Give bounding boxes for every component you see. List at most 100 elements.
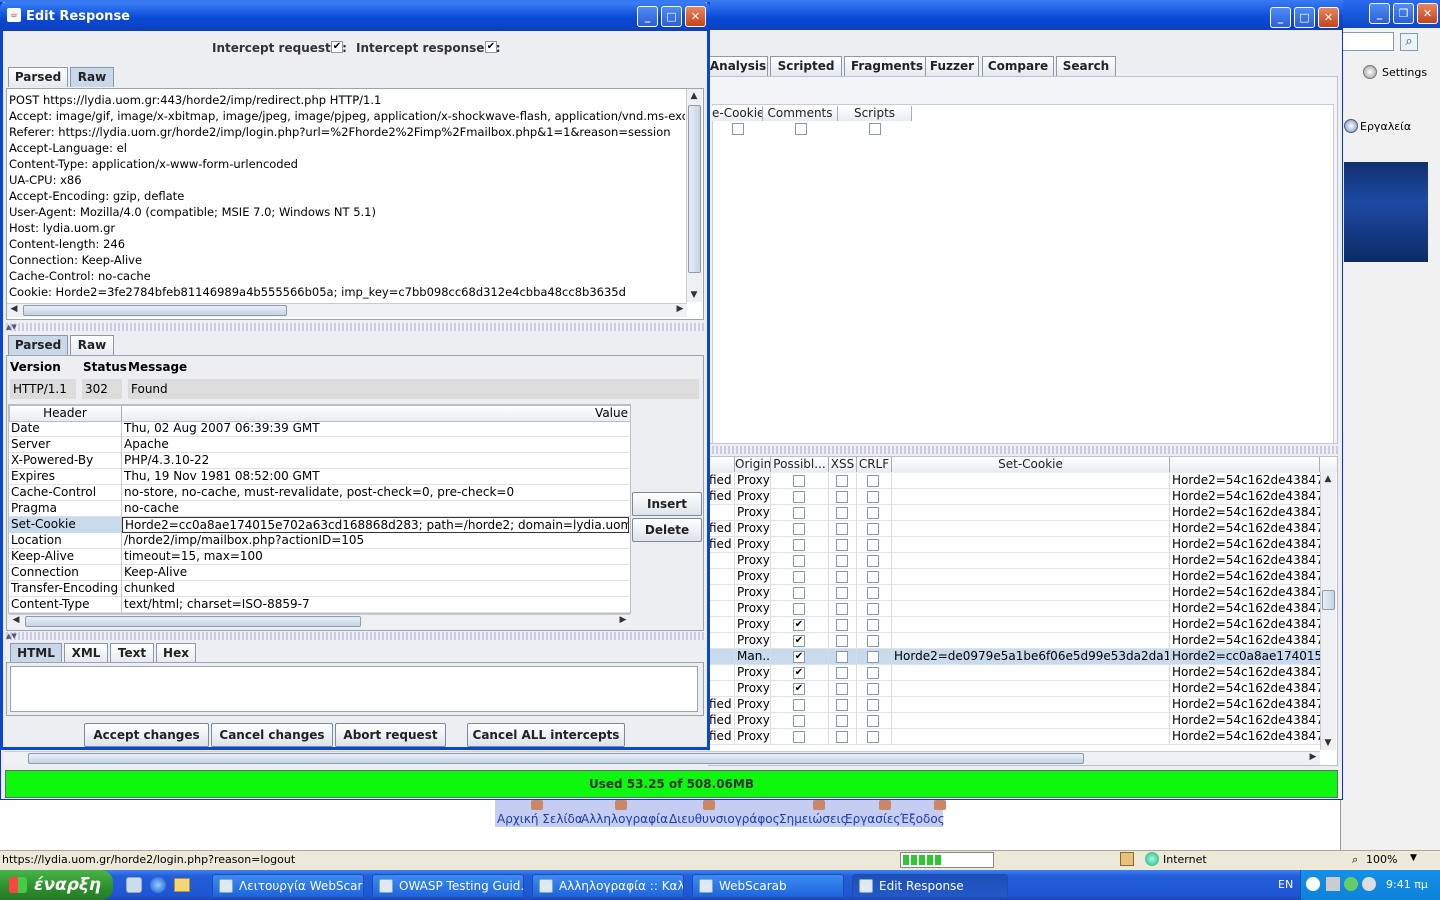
header-row[interactable]: Date Thu, 02 Aug 2007 06:39:39 GMT [9,421,630,437]
request-tab-parsed[interactable]: Parsed [8,67,68,87]
table-row[interactable]: Proxy ✔ Horde2=54c162de43847f1 [709,633,1321,649]
table-row[interactable]: Proxy Horde2=54c162de43847f1 [709,569,1321,585]
response-tab-raw[interactable]: Raw [70,335,114,355]
zoom-level[interactable]: 100% [1366,853,1397,866]
browser-close-button[interactable]: ✕ [1417,3,1438,24]
ie-quicklaunch-icon[interactable] [150,877,166,893]
main-tab-compare[interactable]: Compare [982,56,1054,76]
header-value-cell[interactable]: no-store, no-cache, must-revalidate, pos… [122,485,518,501]
top-checkbox[interactable] [794,123,807,135]
header-name-cell[interactable]: Expires [9,469,122,485]
body-tab-xml[interactable]: XML [64,643,108,663]
xss-checkbox[interactable] [836,539,848,551]
header-name-cell[interactable]: Keep-Alive [9,549,122,565]
possible-checkbox[interactable] [793,731,805,743]
crlf-checkbox[interactable] [867,571,879,583]
conv-col-0[interactable] [709,457,735,472]
xss-checkbox[interactable] [836,571,848,583]
body-editor[interactable] [10,666,698,712]
possible-checkbox[interactable] [793,523,805,535]
xss-checkbox[interactable] [836,491,848,503]
xss-checkbox[interactable] [836,619,848,631]
conv-col-1[interactable]: Origin [735,457,771,472]
conv-col-4[interactable]: CRLF [857,457,892,472]
browser-restore-button[interactable]: ❐ [1393,3,1414,24]
main-tab-analysis[interactable]: Analysis [708,56,768,76]
request-tab-raw[interactable]: Raw [70,67,114,87]
possible-checkbox[interactable]: ✔ [793,683,805,695]
table-row[interactable]: Proxy ✔ Horde2=54c162de43847f1 [709,665,1321,681]
conversation-vscroll[interactable]: ▲ ▼ [1320,472,1336,750]
possible-checkbox[interactable] [793,715,805,727]
header-name-cell[interactable]: Transfer-Encoding [9,581,122,597]
xss-checkbox[interactable] [836,507,848,519]
settings-menu[interactable]: Settings [1382,66,1427,79]
browser-minimize-button[interactable]: _ [1369,3,1390,24]
table-row[interactable]: fied Proxy Horde2=54c162de43847f1 [709,537,1321,553]
header-name-cell[interactable]: Pragma [9,501,122,517]
table-row[interactable]: fied Proxy Horde2=54c162de43847f1 [709,697,1321,713]
conv-col-2[interactable]: Possibl... [771,457,829,472]
webscarab-maximize-button[interactable]: □ [1294,7,1315,28]
main-tab-fragments[interactable]: Fragments [844,56,930,76]
webscarab-minimize-button[interactable]: _ [1270,7,1291,28]
xss-checkbox[interactable] [836,699,848,711]
xss-checkbox[interactable] [836,475,848,487]
header-row[interactable]: Server Apache [9,437,630,453]
header-row[interactable]: Pragma no-cache [9,501,630,517]
possible-checkbox[interactable]: ✔ [793,635,805,647]
header-value-cell[interactable]: Thu, 19 Nov 1981 08:52:00 GMT [122,469,518,485]
xss-checkbox[interactable] [836,651,848,663]
message-field[interactable]: Found [128,379,699,399]
header-name-cell[interactable]: Set-Cookie [9,517,122,533]
nav-link[interactable]: Διευθυνσιογράφος [669,812,780,826]
raw-request-hscroll[interactable]: ◀ ▶ [7,303,687,317]
intercept-responses-checkbox[interactable]: ✔ [485,41,497,53]
abort-request-button[interactable]: Abort request [335,723,446,747]
xss-checkbox[interactable] [836,715,848,727]
header-value-cell[interactable]: Keep-Alive [122,565,518,581]
header-row[interactable]: Location/horde2/imp/mailbox.php?actionID… [9,533,630,549]
xss-checkbox[interactable] [836,603,848,615]
header-name-cell[interactable]: Cache-Control [9,485,122,501]
header-name-cell[interactable]: X-Powered-By [9,453,122,469]
header-name-cell[interactable]: Location [9,533,122,549]
accept-changes-button[interactable]: Accept changes [84,723,209,747]
main-tab-scripted[interactable]: Scripted [770,56,842,76]
header-row[interactable]: Connection Keep-Alive [9,565,630,581]
xss-checkbox[interactable] [836,555,848,567]
value-column-title[interactable]: Value [122,406,628,420]
header-value-cell[interactable]: Thu, 02 Aug 2007 06:39:39 GMT [122,421,518,437]
header-value-cell[interactable]: text/html; charset=ISO-8859-7 [122,597,518,613]
nav-link[interactable]: Εργασίες [845,812,900,826]
nav-link[interactable]: Αλληλογραφία [581,812,668,826]
header-row[interactable]: Cache-Control no-store, no-cache, must-re… [9,485,630,501]
table-row[interactable]: Proxy ✔ Horde2=54c162de43847f1 [709,681,1321,697]
header-row[interactable]: Set-Cookie Horde2=cc0a8ae174015e702a63cd1… [9,517,630,533]
nav-link[interactable]: Αρχική Σελίδα [497,812,583,826]
possible-checkbox[interactable]: ✔ [793,619,805,631]
body-tab-hex[interactable]: Hex [156,643,196,663]
crlf-checkbox[interactable] [867,491,879,503]
possible-checkbox[interactable] [793,475,805,487]
possible-checkbox[interactable] [793,491,805,503]
crlf-checkbox[interactable] [867,619,879,631]
main-tab-fuzzer[interactable]: Fuzzer [925,56,979,76]
delete-header-button[interactable]: Delete [632,518,702,542]
conv-col-6[interactable] [1170,457,1320,472]
xss-checkbox[interactable] [836,523,848,535]
table-row[interactable]: fied Proxy Horde2=54c162de43847f1 [709,473,1321,489]
tray-icon-1[interactable] [1306,877,1320,891]
crlf-checkbox[interactable] [867,715,879,727]
taskbar-item[interactable]: Αλληλογραφία :: Καλ... [532,874,684,898]
raw-request-area[interactable]: POST https://lydia.uom.gr:443/horde2/imp… [6,88,704,320]
possible-checkbox[interactable] [793,555,805,567]
table-row[interactable]: fied Proxy Horde2=54c162de43847f1 [709,713,1321,729]
request-splitter[interactable]: ▲▼ [6,323,704,331]
response-tab-parsed[interactable]: Parsed [8,335,68,355]
language-indicator[interactable]: EN [1278,878,1293,891]
conv-col-5[interactable]: Set-Cookie [892,457,1170,472]
crlf-checkbox[interactable] [867,603,879,615]
intercept-requests-checkbox[interactable]: ✔ [331,41,343,53]
possible-checkbox[interactable] [793,571,805,583]
